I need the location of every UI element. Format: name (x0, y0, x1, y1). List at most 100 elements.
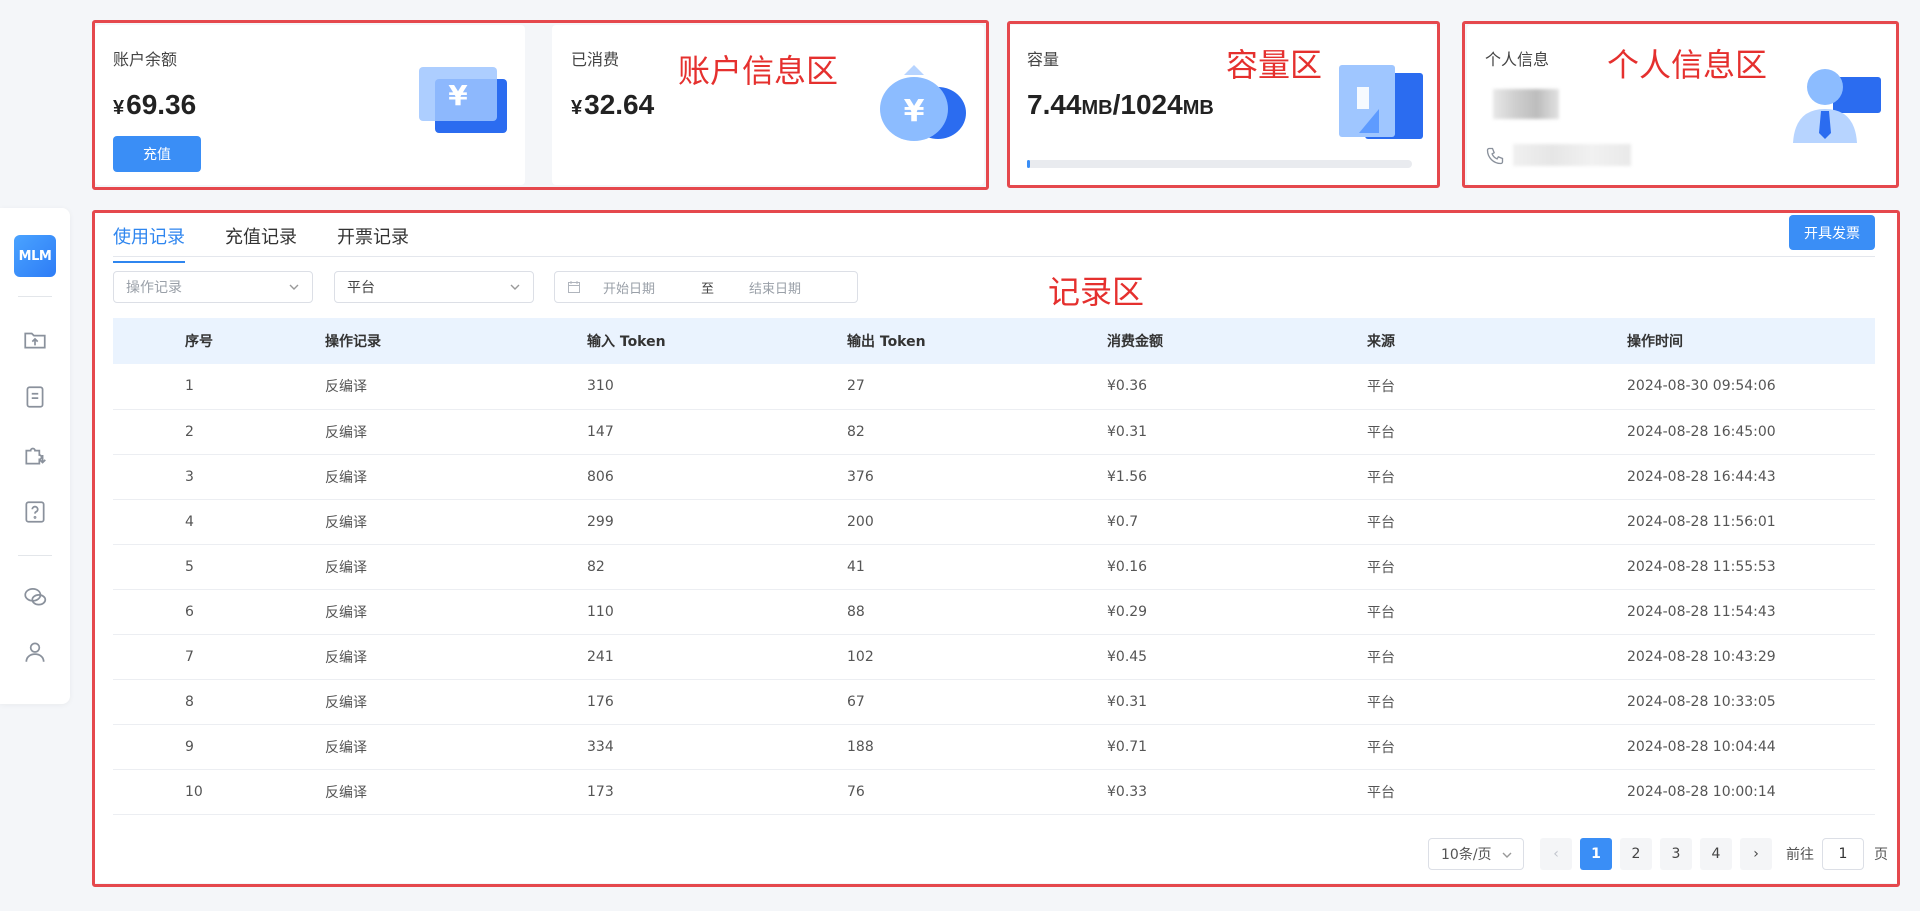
storage-server-icon (1339, 65, 1423, 139)
cell-index: 4 (185, 513, 194, 530)
cell-operation: 反编译 (325, 604, 367, 621)
cell-output-token: 188 (847, 738, 874, 755)
page-button-2[interactable]: 2 (1620, 838, 1652, 870)
cell-operation: 反编译 (325, 739, 367, 756)
tab-recharge-records[interactable]: 充值记录 (225, 223, 297, 263)
currency-symbol: ¥ (113, 97, 125, 119)
zone-label-account: 账户信息区 (678, 52, 839, 90)
cell-index: 1 (185, 378, 194, 395)
table-row: 7 反编译 241 102 ¥0.45 平台 2024-08-28 10:43:29 (113, 634, 1875, 679)
page-size-select[interactable]: 10条/页 (1428, 838, 1524, 870)
cell-time: 2024-08-28 16:44:43 (1627, 468, 1776, 485)
cell-operation: 反编译 (325, 424, 367, 441)
phone-icon (1486, 147, 1504, 165)
cell-source: 平台 (1367, 649, 1395, 666)
cell-operation: 反编译 (325, 379, 367, 396)
cell-source: 平台 (1367, 739, 1395, 756)
zone-label-capacity: 容量区 (1226, 46, 1323, 84)
cell-amount: ¥0.29 (1107, 603, 1148, 620)
capacity-card: 容量 7.44MB/1024MB (1009, 25, 1437, 185)
capacity-used: 7.44 (1027, 89, 1082, 120)
page-button-3[interactable]: 3 (1660, 838, 1692, 870)
cell-source: 平台 (1367, 379, 1395, 396)
recharge-button[interactable]: 充值 (113, 136, 201, 172)
issue-invoice-button[interactable]: 开具发票 (1789, 215, 1875, 250)
cell-input-token: 147 (587, 423, 614, 440)
cell-input-token: 241 (587, 648, 614, 665)
usage-records-table: 序号 操作记录 输入 Token 输出 Token 消费金额 来源 操作时间 1 反编译 310… (113, 318, 1875, 815)
document-icon[interactable] (21, 383, 49, 411)
cell-index: 8 (185, 693, 194, 710)
tabs-divider (113, 256, 1875, 257)
platform-filter-value: 平台 (347, 280, 375, 296)
table-body: 1 反编译 310 27 ¥0.36 平台 2024-08-30 09:54:06 2 反编译 1… (113, 364, 1875, 814)
column-header-amount: 消费金额 (1107, 334, 1163, 350)
prev-page-button[interactable]: ‹ (1540, 838, 1572, 870)
cell-index: 3 (185, 468, 194, 485)
next-page-button[interactable]: › (1740, 838, 1772, 870)
cell-source: 平台 (1367, 784, 1395, 801)
date-range-picker[interactable]: 开始日期 至 结束日期 (554, 271, 858, 303)
cell-time: 2024-08-28 10:04:44 (1627, 738, 1776, 755)
cell-output-token: 88 (847, 603, 865, 620)
cell-index: 9 (185, 738, 194, 755)
cell-amount: ¥0.31 (1107, 693, 1148, 710)
capacity-progress (1027, 160, 1412, 168)
platform-filter-select[interactable]: 平台 (334, 271, 534, 303)
cell-output-token: 27 (847, 378, 865, 395)
cell-operation: 反编译 (325, 784, 367, 801)
cell-input-token: 310 (587, 378, 614, 395)
folder-upload-icon[interactable] (21, 326, 49, 354)
sidebar-divider (18, 296, 52, 297)
cell-output-token: 41 (847, 558, 865, 575)
cell-input-token: 299 (587, 513, 614, 530)
cell-index: 5 (185, 558, 194, 575)
cell-time: 2024-08-28 10:00:14 (1627, 783, 1776, 800)
help-icon[interactable] (21, 498, 49, 526)
cell-time: 2024-08-28 16:45:00 (1627, 423, 1776, 440)
capacity-value: 7.44MB/1024MB (1027, 89, 1214, 121)
page-button-4[interactable]: 4 (1700, 838, 1732, 870)
end-date-input[interactable]: 结束日期 (749, 278, 801, 297)
table-row: 10 反编译 173 76 ¥0.33 平台 2024-08-28 10:00:14 (113, 769, 1875, 814)
cell-source: 平台 (1367, 469, 1395, 486)
cell-time: 2024-08-28 11:56:01 (1627, 513, 1776, 530)
svg-text:¥: ¥ (904, 94, 925, 129)
page-size-value: 10条/页 (1441, 847, 1492, 863)
cell-input-token: 334 (587, 738, 614, 755)
balance-value: ¥69.36 (113, 89, 196, 121)
user-icon[interactable] (21, 638, 49, 666)
table-row: 4 反编译 299 200 ¥0.7 平台 2024-08-28 11:56:01 (113, 499, 1875, 544)
cell-output-token: 76 (847, 783, 865, 800)
goto-label: 前往 (1786, 847, 1814, 863)
cell-input-token: 176 (587, 693, 614, 710)
column-header-input-token: 输入 Token (587, 334, 666, 350)
cell-source: 平台 (1367, 424, 1395, 441)
goto-page-input[interactable]: 1 (1822, 838, 1864, 870)
operation-filter-select[interactable]: 操作记录 (113, 271, 313, 303)
svg-text:¥: ¥ (448, 79, 468, 112)
start-date-input[interactable]: 开始日期 (603, 278, 701, 297)
cell-amount: ¥0.45 (1107, 648, 1148, 665)
records-panel: 使用记录 充值记录 开票记录 开具发票 操作记录 平台 开始日期 至 结束日期 … (95, 213, 1897, 883)
business-person-icon (1793, 69, 1881, 143)
cell-output-token: 67 (847, 693, 865, 710)
app-logo[interactable]: MLM (14, 235, 56, 277)
page-button-1[interactable]: 1 (1580, 838, 1612, 870)
table-row: 1 反编译 310 27 ¥0.36 平台 2024-08-30 09:54:06 (113, 364, 1875, 409)
cell-amount: ¥0.33 (1107, 783, 1148, 800)
puzzle-download-icon[interactable] (21, 441, 49, 469)
pagination: 10条/页 ‹ 1234 › 前往 1 页 (1428, 838, 1888, 870)
cell-amount: ¥1.56 (1107, 468, 1148, 485)
cell-output-token: 200 (847, 513, 874, 530)
chevron-down-icon (1502, 852, 1512, 858)
cell-operation: 反编译 (325, 514, 367, 531)
balance-card: 账户余额 ¥69.36 充值 ¥ (95, 25, 525, 185)
tab-invoice-records[interactable]: 开票记录 (337, 223, 409, 263)
table-row: 8 反编译 176 67 ¥0.31 平台 2024-08-28 10:33:05 (113, 679, 1875, 724)
spent-value: ¥32.64 (571, 89, 654, 121)
cell-input-token: 806 (587, 468, 614, 485)
spent-amount: 32.64 (584, 89, 655, 120)
wechat-icon[interactable] (21, 583, 49, 611)
tab-usage-records[interactable]: 使用记录 (113, 223, 185, 263)
